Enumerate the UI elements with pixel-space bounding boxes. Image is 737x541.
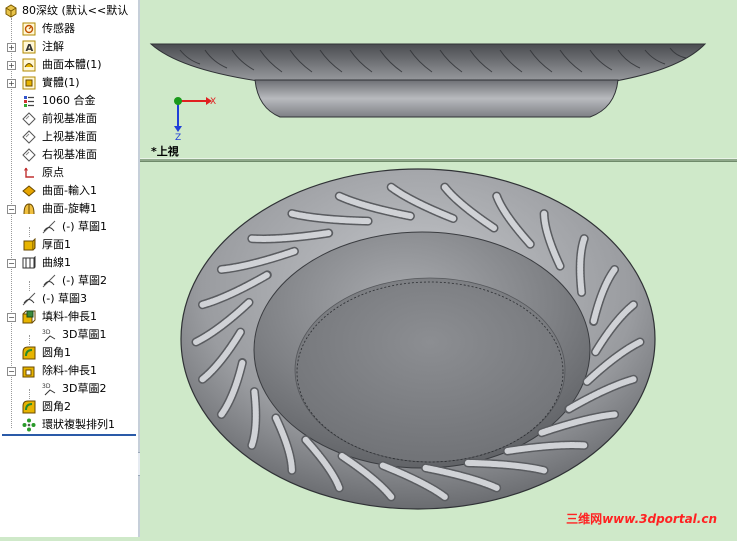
fillet-icon: [22, 400, 36, 414]
revolved-surface-icon: [22, 202, 36, 216]
sensor-icon: [22, 22, 36, 36]
tree-item-label: 填料-伸長1: [42, 310, 97, 323]
tree-item-label: 圆角1: [42, 346, 71, 359]
3d-sketch-icon: 3D: [42, 328, 56, 342]
expand-toggle[interactable]: −: [7, 367, 16, 376]
tree-item-label: 传感器: [42, 22, 75, 35]
tree-item-label: 曲線1: [42, 256, 71, 269]
material-icon: [22, 94, 36, 108]
sketch-icon: [42, 274, 56, 288]
tree-item-sketch3[interactable]: (-) 草圖3: [0, 290, 138, 308]
tree-item-top-plane[interactable]: 上视基准面: [0, 128, 138, 146]
feature-manager-tree: 80深纹 (默认<<默认 传感器 + A 注解 + 曲面本體(1) + 實體(1…: [0, 0, 139, 537]
plane-icon: [22, 112, 36, 126]
plate-side-view: X Z: [149, 43, 707, 143]
annotation-icon: A: [22, 40, 36, 54]
3d-sketch-icon: 3D: [42, 382, 56, 396]
plate-3d-model: [180, 168, 656, 510]
tree-item-label: (-) 草圖1: [62, 220, 108, 233]
tree-item-fillet2[interactable]: 圆角2: [0, 398, 138, 416]
circular-pattern-icon: [22, 418, 36, 432]
tree-item-label: 注解: [42, 40, 64, 53]
tree-item-3d-sketch1[interactable]: 3D 3D草圖1: [0, 326, 138, 344]
expand-toggle[interactable]: −: [7, 313, 16, 322]
surface-bodies-icon: [22, 58, 36, 72]
watermark-url: www.3dportal.cn: [602, 512, 717, 526]
expand-toggle[interactable]: −: [7, 259, 16, 268]
svg-text:3D: 3D: [42, 329, 51, 336]
svg-text:3D: 3D: [42, 383, 51, 390]
expand-toggle[interactable]: +: [7, 79, 16, 88]
tree-item-label: 3D草圖1: [62, 328, 107, 341]
watermark-brand: 三维网: [566, 512, 603, 526]
sketch-icon: [42, 220, 56, 234]
extrude-cut-icon: [22, 364, 36, 378]
tree-item-label: 厚面1: [42, 238, 71, 251]
solid-bodies-icon: [22, 76, 36, 90]
tree-item-label: (-) 草圖2: [62, 274, 108, 287]
tree-item-right-plane[interactable]: 右视基准面: [0, 146, 138, 164]
tree-item-label: 除料-伸長1: [42, 364, 97, 377]
tree-item-label: 環狀複製排列1: [42, 418, 115, 431]
tree-item-revolved-surface[interactable]: − 曲面-旋轉1: [0, 200, 138, 218]
tree-item-extrude-boss[interactable]: − 填料-伸長1: [0, 308, 138, 326]
tree-item-front-plane[interactable]: 前视基准面: [0, 110, 138, 128]
extrude-boss-icon: [22, 310, 36, 324]
tree-item-label: 原点: [42, 166, 64, 179]
tree-item-curve[interactable]: − 曲線1: [0, 254, 138, 272]
tree-item-label: 曲面-輸入1: [42, 184, 97, 197]
part-icon: [4, 4, 18, 18]
part-name-label: 80深纹 (默认<<默认: [22, 4, 129, 17]
top-viewport[interactable]: X Z *上視: [140, 0, 737, 158]
tree-item-fillet1[interactable]: 圆角1: [0, 344, 138, 362]
tree-item-label: 曲面-旋轉1: [42, 202, 97, 215]
expand-toggle[interactable]: −: [7, 205, 16, 214]
watermark: 三维网www.3dportal.cn: [566, 510, 717, 527]
expand-toggle[interactable]: +: [7, 43, 16, 52]
origin-icon: [22, 166, 36, 180]
tree-item-label: 圆角2: [42, 400, 71, 413]
tree-item-thicken[interactable]: 厚面1: [0, 236, 138, 254]
tree-item-sketch2[interactable]: (-) 草圖2: [0, 272, 138, 290]
imported-surface-icon: [22, 184, 36, 198]
main-viewport[interactable]: 三维网www.3dportal.cn: [140, 162, 737, 537]
tree-item-surface-bodies[interactable]: + 曲面本體(1): [0, 56, 138, 74]
view-orientation-label: *上視: [151, 145, 179, 158]
tree-item-extrude-cut[interactable]: − 除料-伸長1: [0, 362, 138, 380]
tree-item-3d-sketch2[interactable]: 3D 3D草圖2: [0, 380, 138, 398]
fillet-icon: [22, 346, 36, 360]
tree-item-label: 3D草圖2: [62, 382, 107, 395]
tree-item-origin[interactable]: 原点: [0, 164, 138, 182]
tree-item-label: 實體(1): [42, 76, 80, 89]
triad-x-label: X: [210, 97, 216, 107]
tree-item-annotations[interactable]: + A 注解: [0, 38, 138, 56]
sketch-icon: [22, 292, 36, 306]
tree-item-sketch1[interactable]: (-) 草圖1: [0, 218, 138, 236]
tree-item-circular-pattern[interactable]: 環狀複製排列1: [0, 416, 138, 434]
tree-item-label: (-) 草圖3: [42, 292, 88, 305]
tree-root-part[interactable]: 80深纹 (默认<<默认: [0, 2, 138, 20]
tree-item-sensors[interactable]: 传感器: [0, 20, 138, 38]
plane-icon: [22, 148, 36, 162]
tree-item-label: 1060 合金: [42, 94, 96, 107]
tree-item-label: 曲面本體(1): [42, 58, 102, 71]
tree-item-material[interactable]: 1060 合金: [0, 92, 138, 110]
thicken-icon: [22, 237, 36, 252]
triad-z-label: Z: [175, 133, 181, 143]
expand-toggle[interactable]: +: [7, 61, 16, 70]
tree-item-imported-surface[interactable]: 曲面-輸入1: [0, 182, 138, 200]
view-triad[interactable]: X Z: [174, 97, 216, 143]
tree-item-label: 右视基准面: [42, 148, 97, 161]
tree-item-label: 上视基准面: [42, 130, 97, 143]
rollback-bar[interactable]: [2, 434, 136, 436]
svg-text:A: A: [26, 43, 34, 54]
tree-item-label: 前视基准面: [42, 112, 97, 125]
curve-icon: [22, 255, 36, 270]
tree-item-solid-bodies[interactable]: + 實體(1): [0, 74, 138, 92]
plane-icon: [22, 130, 36, 144]
